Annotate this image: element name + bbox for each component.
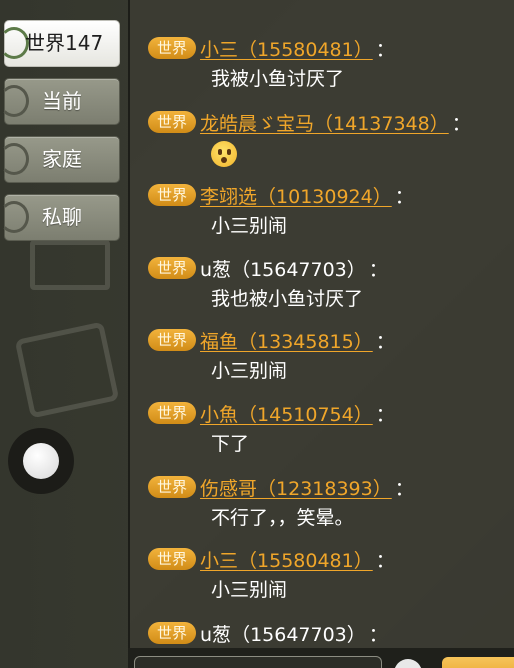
tab-family[interactable]: 家庭	[0, 136, 120, 183]
sender-id: （14510754）	[238, 403, 373, 426]
message-colon: ：	[394, 185, 414, 208]
joystick-knob[interactable]	[23, 443, 59, 479]
chat-input-bar	[128, 648, 514, 668]
world-channel-badge: 世界	[148, 476, 197, 498]
world-channel-badge: 世界	[148, 329, 197, 351]
emoji-button[interactable]	[394, 659, 422, 668]
tab-current[interactable]: 当前	[0, 78, 120, 125]
world-channel-badge: 世界	[148, 111, 197, 133]
chat-message: 世界 李翊选（10130924）： 小三别闹	[148, 181, 510, 243]
world-channel-badge: 世界	[148, 257, 197, 279]
sender-id: （15647703）	[231, 623, 366, 646]
sender-id: （10130924）	[257, 185, 392, 208]
surprised-face-emoji-icon	[211, 140, 237, 167]
message-colon: ：	[368, 623, 388, 646]
sender-link[interactable]: 小三（15580481）	[200, 546, 373, 573]
chat-message: 世界 龙皓晨ゞ宝马（14137348）：	[148, 108, 510, 170]
chat-message: 世界 小三（15580481）： 我被小鱼讨厌了	[148, 34, 510, 96]
sender-link[interactable]: u葱（15647703）	[200, 620, 366, 647]
sender-name: u葱	[200, 623, 232, 646]
tab-label: 当前	[42, 89, 82, 113]
world-channel-badge: 世界	[148, 548, 197, 570]
sender-link[interactable]: 福鱼（13345815）	[200, 327, 373, 354]
message-colon: ：	[394, 477, 414, 500]
sender-link[interactable]: 龙皓晨ゞ宝马（14137348）	[200, 109, 449, 136]
background-quest-icon	[14, 321, 120, 419]
message-colon: ：	[368, 258, 388, 281]
chat-message: 世界 u葱（15647703）： 我也被小鱼讨厌了	[148, 254, 510, 316]
sender-name: u葱	[200, 258, 232, 281]
sender-id: （15580481）	[238, 38, 373, 61]
sender-name: 福鱼	[200, 330, 239, 353]
sender-name: 小三	[200, 549, 239, 572]
sender-link[interactable]: 伤感哥（12318393）	[200, 474, 392, 501]
world-channel-badge: 世界	[148, 184, 197, 206]
chat-message: 世界 伤感哥（12318393）： 不行了，，笑晕。	[148, 473, 510, 535]
sender-link[interactable]: u葱（15647703）	[200, 255, 366, 282]
sender-name: 小三	[200, 38, 239, 61]
sender-id: （15580481）	[238, 549, 373, 572]
world-channel-badge: 世界	[148, 622, 197, 644]
tab-label: 家庭	[42, 147, 82, 171]
message-text: 我被小鱼讨厌了	[211, 68, 345, 90]
tab-label: 私聊	[42, 205, 82, 229]
tab-label: 世界147	[25, 31, 104, 55]
virtual-joystick[interactable]	[8, 428, 74, 494]
background-menu-icon	[30, 240, 110, 290]
message-text: 小三别闹	[211, 360, 288, 382]
message-text: 下了	[211, 433, 250, 455]
world-channel-badge: 世界	[148, 402, 197, 424]
chat-input[interactable]	[134, 656, 382, 668]
sender-name: 伤感哥	[200, 477, 258, 500]
message-text: 小三别闹	[211, 579, 288, 601]
message-colon: ：	[375, 330, 395, 353]
sender-link[interactable]: 小魚（14510754）	[200, 400, 373, 427]
sender-link[interactable]: 小三（15580481）	[200, 35, 373, 62]
sender-link[interactable]: 李翊选（10130924）	[200, 182, 392, 209]
message-colon: ：	[375, 549, 395, 572]
message-colon: ：	[451, 112, 471, 135]
sender-id: （13345815）	[238, 330, 373, 353]
world-channel-badge: 世界	[148, 37, 197, 59]
sender-name: 龙皓晨ゞ宝马	[200, 112, 315, 135]
message-colon: ：	[375, 403, 395, 426]
sender-id: （15647703）	[231, 258, 366, 281]
message-body	[148, 136, 510, 170]
chat-message: 世界 福鱼（13345815）： 小三别闹	[148, 326, 510, 388]
sender-name: 小魚	[200, 403, 239, 426]
chat-panel[interactable]: 世界 小三（15580481）： 我被小鱼讨厌了 世界 龙皓晨ゞ宝马（1413734…	[128, 0, 514, 668]
message-colon: ：	[375, 38, 395, 61]
channel-tab-column: 世界147 当前 家庭 私聊	[0, 0, 128, 668]
message-text: 我也被小鱼讨厌了	[211, 288, 364, 310]
send-button[interactable]	[442, 657, 514, 668]
tab-world[interactable]: 世界147	[0, 20, 120, 67]
sender-name: 李翊选	[200, 185, 258, 208]
chat-message: 世界 u葱（15647703）：	[148, 619, 510, 647]
sender-id: （12318393）	[257, 477, 392, 500]
chat-message: 世界 小三（15580481）： 小三别闹	[148, 545, 510, 607]
game-scene: 世界147 当前 家庭 私聊 世界 小三（15580481）： 我被小鱼讨厌了 世…	[0, 0, 514, 668]
tab-private-chat[interactable]: 私聊	[0, 194, 120, 241]
sender-id: （14137348）	[314, 112, 449, 135]
chat-message: 世界 小魚（14510754）： 下了	[148, 399, 510, 461]
message-text: 不行了，，笑晕。	[211, 507, 354, 529]
message-text: 小三别闹	[211, 215, 288, 237]
